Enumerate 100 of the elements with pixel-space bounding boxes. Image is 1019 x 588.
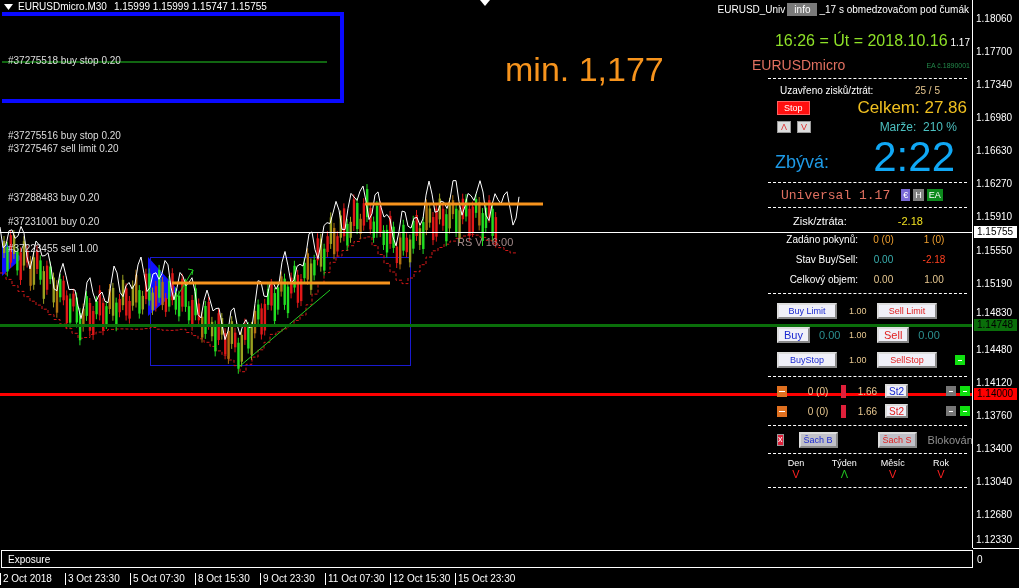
price-tick-label: 1.16630	[976, 145, 1013, 156]
profit-value: -2.18	[897, 214, 923, 227]
version-number: 1.17	[950, 37, 970, 48]
price-tick-label: 1.13040	[976, 476, 1013, 487]
badge[interactable]: €	[901, 189, 911, 201]
price-tick-label: 1.15910	[976, 211, 1013, 222]
toggle-button[interactable]	[955, 354, 965, 365]
sell-button[interactable]: Sell Limit	[877, 302, 937, 319]
stat-value: 0.00	[872, 253, 895, 265]
toggle-button[interactable]	[960, 386, 970, 396]
price-tick-label: 1.15190	[976, 278, 1013, 289]
period-label: Měsíc	[880, 458, 905, 468]
minus-button[interactable]	[777, 385, 787, 397]
stat-label: Zadáno pokynů:	[785, 233, 858, 245]
order-label: #37275516 buy stop 0.20	[8, 130, 121, 141]
order-label: #37231001 buy 0.20	[8, 216, 100, 227]
price-tick-label: 1.14120	[976, 377, 1013, 388]
price-marker: 1.14000	[974, 388, 1018, 400]
order-label: #37275467 sell limit 0.20	[8, 143, 119, 154]
badge[interactable]: EA	[926, 189, 943, 201]
toggle-button[interactable]	[946, 406, 956, 416]
chart-annotation: min. 1,177	[505, 50, 664, 89]
stat-value: 0.00	[872, 273, 895, 285]
stop-value: 1.66	[857, 405, 879, 417]
time-label: 8 Oct 15:30	[195, 572, 260, 585]
panel-title: _17 s obmedzovačom pod čumák	[819, 3, 969, 15]
closed-trades-label: Uzavřeno zisků/ztrát:	[780, 85, 874, 96]
time-label: 3 Oct 23:30	[65, 572, 130, 585]
sell-button[interactable]: Sell	[877, 327, 910, 343]
arrow-object	[174, 268, 194, 301]
stat-label: Stav Buy/Sell:	[794, 253, 858, 265]
price-tick-label: 1.12330	[976, 534, 1013, 545]
period-label: Rok	[932, 458, 949, 468]
time-label: 5 Oct 07:30	[130, 572, 195, 585]
stop-button[interactable]: St2	[885, 404, 908, 418]
stat-value: 1.00	[923, 273, 945, 285]
time-label: 15 Oct 23:30	[455, 572, 520, 585]
stop-button[interactable]: Stop	[777, 101, 810, 115]
minus-button[interactable]	[777, 405, 787, 417]
price-tick-label: 1.18060	[976, 13, 1013, 24]
chart-symbol: EURUSDmicro.M30	[18, 1, 107, 12]
badge[interactable]: H	[913, 189, 924, 201]
remaining-label: Zbývá:	[775, 151, 830, 173]
price-tick-label: 1.15550	[976, 245, 1013, 256]
closed-trades-value: 25 / 5	[914, 85, 940, 96]
trend-arrow: V	[937, 468, 945, 480]
lot-size: 1.00	[849, 305, 868, 316]
buy-button[interactable]: Buy Limit	[777, 302, 837, 319]
time-label: 2 Oct 2018	[0, 572, 65, 585]
trend-arrow: Λ	[840, 468, 848, 480]
stat-value: -2.18	[921, 253, 947, 265]
period-label: Týden	[831, 458, 857, 468]
profit-label: Zisk/ztráta:	[793, 214, 847, 227]
stat-value: 1 (0)	[922, 233, 946, 245]
price-tick-label: 1.12680	[976, 509, 1013, 520]
trend-arrow: V	[889, 468, 897, 480]
remaining-time: 2:22	[873, 136, 955, 178]
triangle-icon	[480, 0, 490, 6]
price-tick-label: 1.14830	[976, 307, 1013, 318]
info-button[interactable]: info	[787, 2, 818, 16]
time-label: 9 Oct 23:30	[260, 572, 325, 585]
subwindow-title: Exposure	[8, 553, 51, 565]
marker-icon	[840, 384, 846, 398]
price-marker: 1.14748	[974, 319, 1018, 331]
order-count: 0 (0)	[807, 405, 830, 417]
down-button[interactable]: V	[797, 121, 811, 133]
price-marker: 1.15755	[974, 226, 1018, 238]
stat-value: 0 (0)	[872, 233, 895, 245]
price-tick-label: 1.17340	[976, 79, 1013, 90]
price-tick-label: 1.16980	[976, 112, 1013, 123]
buy-button[interactable]: BuyStop	[777, 351, 837, 368]
stop-button[interactable]: St2	[885, 384, 908, 398]
trend-arrow: V	[792, 468, 800, 480]
hedge-buy-button[interactable]: Šach B	[798, 431, 838, 448]
price-tick-label: 1.17700	[976, 46, 1013, 57]
toggle-button[interactable]	[946, 386, 956, 396]
period-label: Den	[787, 458, 805, 468]
lot-size: 1.00	[849, 330, 868, 340]
subwindow-scale: 0	[977, 553, 983, 565]
marker-icon	[840, 404, 846, 418]
buy-button[interactable]: Buy	[777, 327, 810, 343]
order-value: 0.00	[918, 329, 940, 341]
hedge-sell-button[interactable]: Šach S	[877, 431, 917, 448]
price-tick-label: 1.14480	[976, 344, 1013, 355]
product-name: Universal 1.17	[781, 187, 891, 203]
dropdown-icon[interactable]	[4, 3, 13, 10]
price-tick-label: 1.16270	[976, 178, 1013, 189]
margin-level: Marže: 210 %	[879, 120, 957, 134]
up-button[interactable]: Λ	[777, 121, 791, 133]
symbol-name: EURUSDmicro	[752, 57, 846, 73]
panel-title: EURUSD_Univ	[717, 3, 786, 15]
date-time: 16:26 = Út = 2018.10.16	[774, 32, 948, 50]
sell-button[interactable]: SellStop	[877, 351, 937, 368]
lot-size: 1.00	[849, 354, 868, 365]
ohlc-prices: 1.15999 1.15999 1.15747 1.15755	[113, 1, 267, 12]
close-button[interactable]: x	[777, 433, 784, 446]
order-value: 0.00	[818, 329, 841, 341]
stat-label: Celkový objem:	[788, 273, 858, 285]
order-label: #37288483 buy 0.20	[8, 192, 100, 203]
toggle-button[interactable]	[960, 406, 970, 416]
